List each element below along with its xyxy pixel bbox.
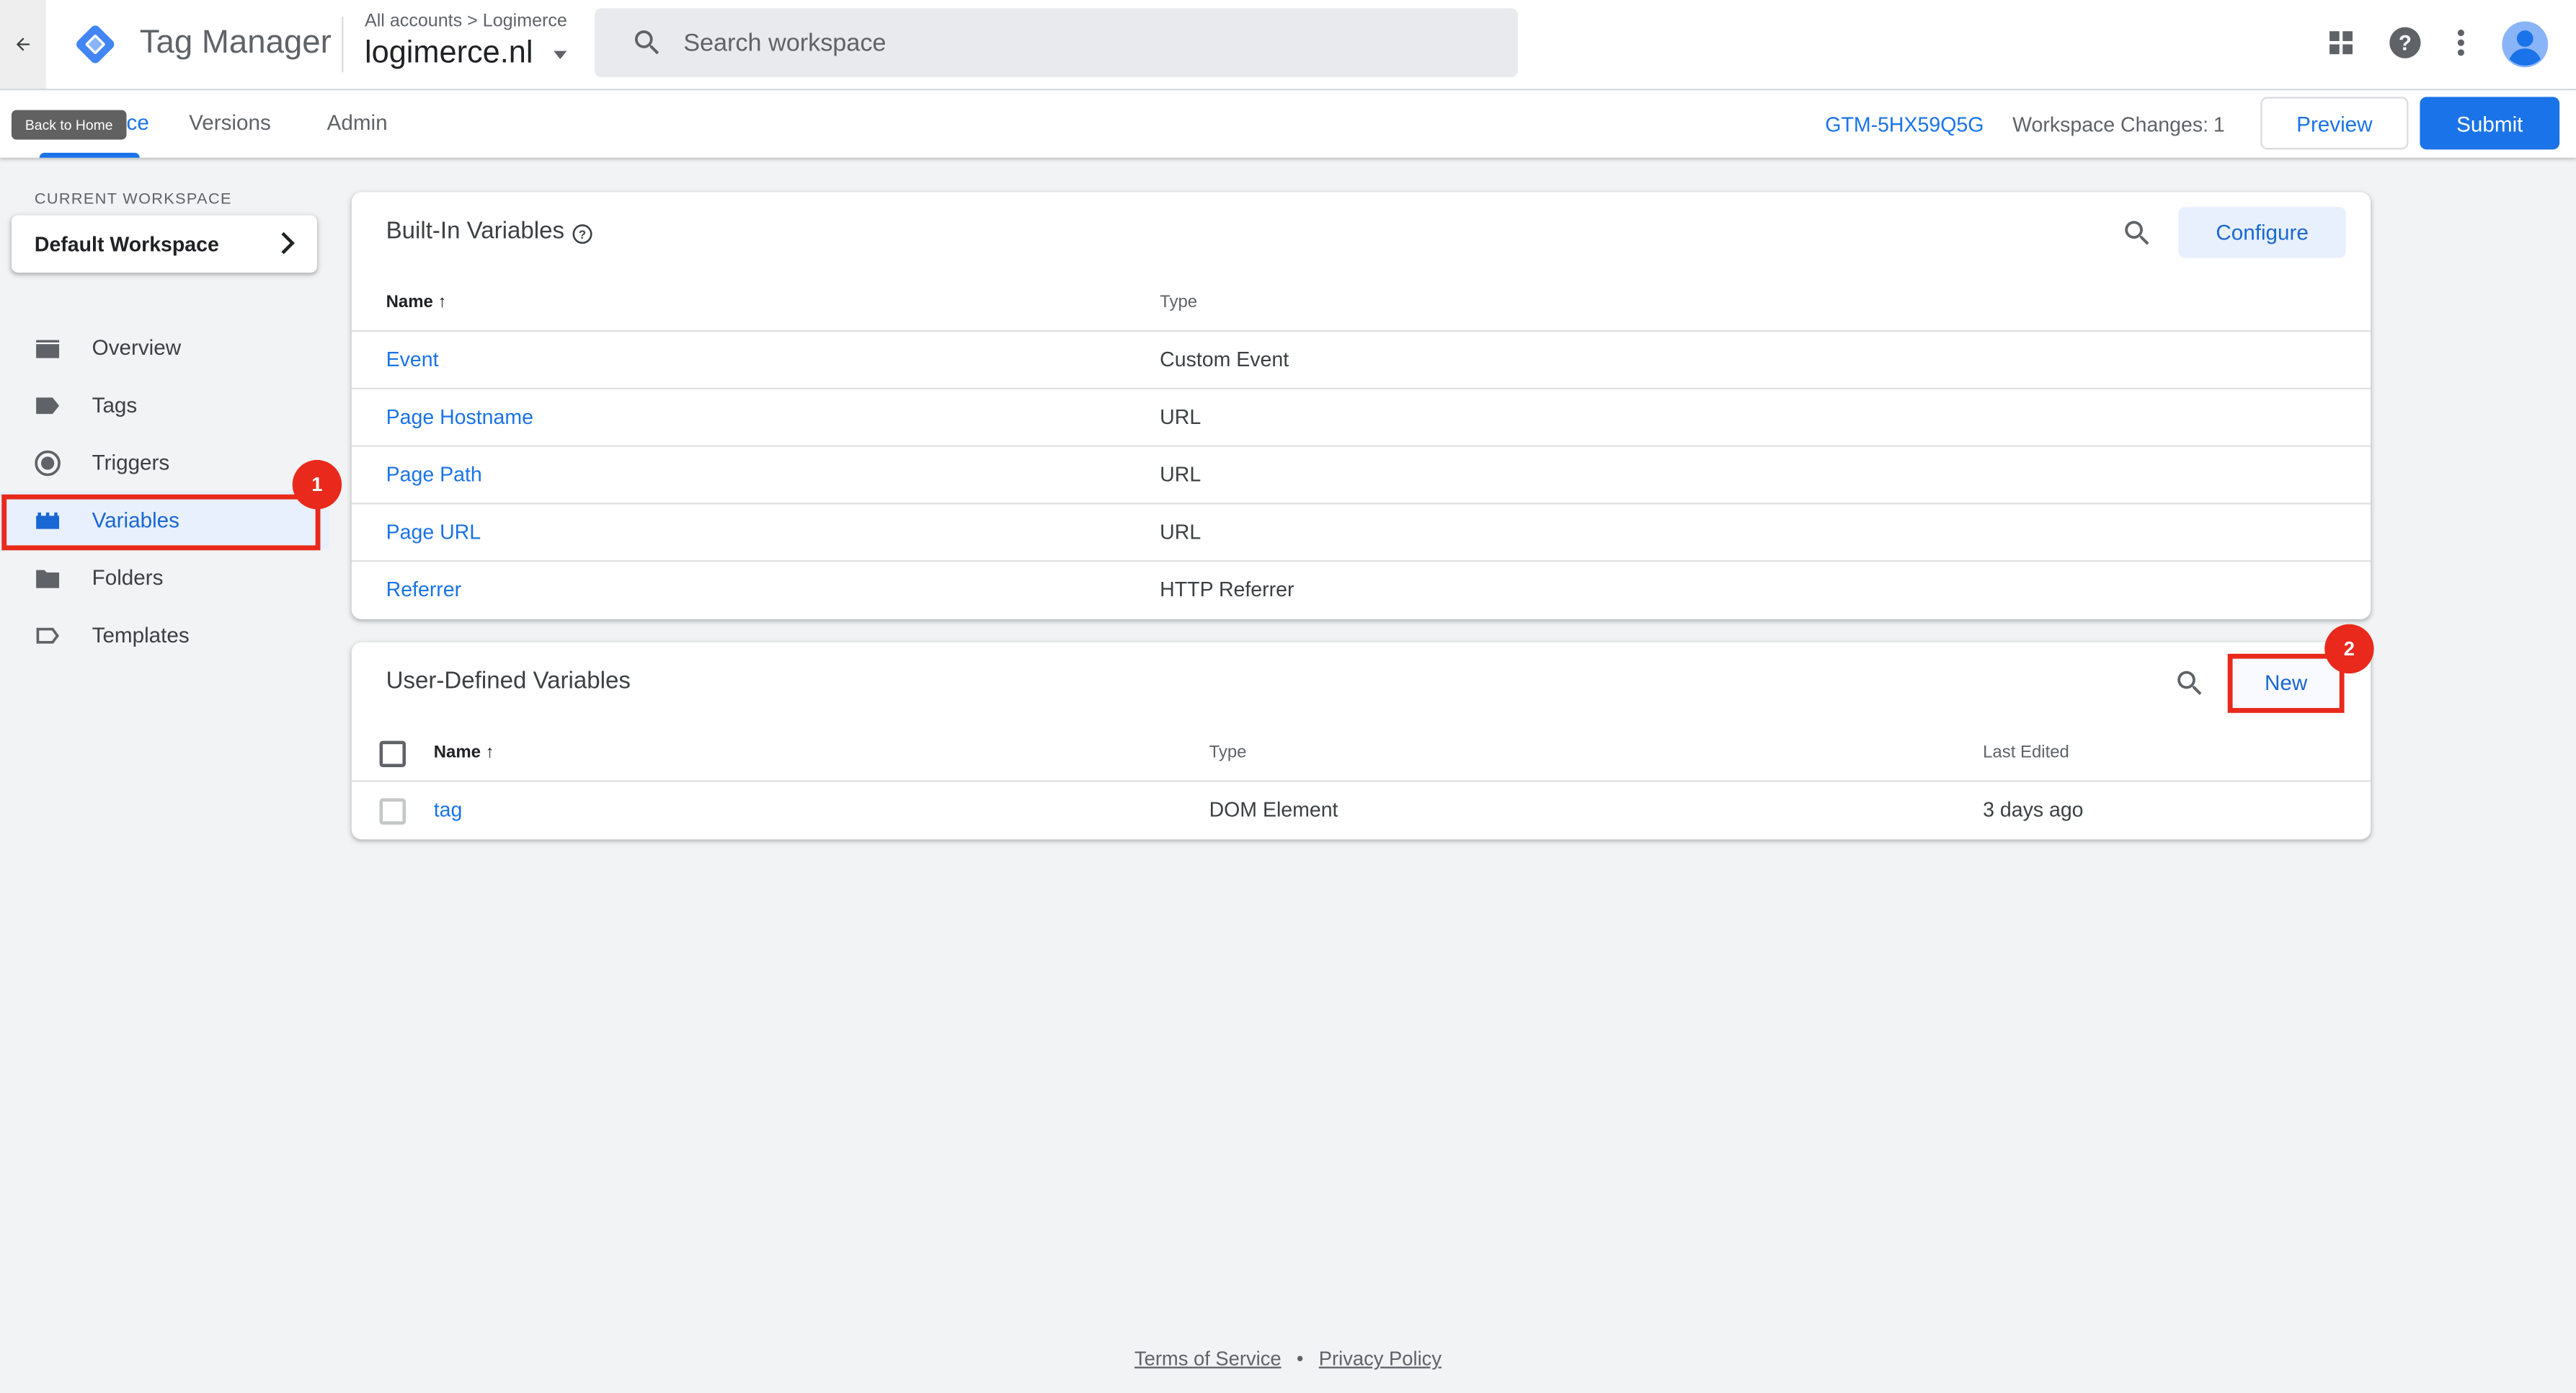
- workspace-changes: Workspace Changes: 1: [2012, 113, 2225, 136]
- app-name: Tag Manager: [139, 25, 332, 61]
- built-in-variables-card: Built-In Variables ? Configure Name ↑ Ty…: [351, 192, 2371, 619]
- column-header-name-label: Name: [386, 292, 433, 312]
- search-icon[interactable]: [2174, 667, 2207, 700]
- column-header-type: Type: [1160, 292, 1198, 312]
- search-icon: [634, 30, 659, 55]
- chevron-right-icon: >: [467, 11, 483, 32]
- workspace-selector[interactable]: Default Workspace: [11, 215, 317, 273]
- row-checkbox[interactable]: [379, 798, 406, 825]
- select-all-checkbox[interactable]: [379, 740, 406, 767]
- folder-icon: [36, 570, 60, 588]
- annotation-box-new: [2227, 653, 2345, 713]
- annotation-badge-2: 2: [2324, 624, 2374, 674]
- footer: Terms of Service • Privacy Policy: [0, 1347, 2576, 1370]
- breadcrumb-all-accounts[interactable]: All accounts: [365, 12, 462, 31]
- workspace-name: Default Workspace: [34, 233, 219, 257]
- help-outline-icon[interactable]: ?: [572, 224, 593, 245]
- configure-button[interactable]: Configure: [2178, 207, 2346, 258]
- variable-type: Custom Event: [1160, 348, 1289, 371]
- variable-name-link[interactable]: Referrer: [386, 578, 461, 601]
- column-header-type: Type: [1209, 742, 1247, 763]
- variable-name-link[interactable]: Page URL: [386, 521, 481, 544]
- variable-name-link[interactable]: tag: [434, 798, 463, 821]
- tag-manager-logo-icon: [76, 25, 115, 63]
- sidebar-item-folders[interactable]: Folders: [0, 549, 329, 606]
- sidebar-item-templates[interactable]: Templates: [0, 606, 329, 664]
- back-button[interactable]: [0, 0, 46, 89]
- help-icon[interactable]: ?: [2386, 23, 2425, 63]
- sidebar-item-label: Triggers: [92, 450, 170, 475]
- breadcrumb[interactable]: All accounts > Logimerce: [365, 12, 567, 31]
- container-selector[interactable]: logimerce.nl: [365, 36, 533, 72]
- variable-last-edited: 3 days ago: [1983, 798, 2084, 822]
- table-row: Page Hostname URL: [351, 387, 2371, 447]
- table-row: Page URL URL: [351, 503, 2371, 562]
- back-to-home-tooltip: Back to Home: [11, 110, 127, 140]
- table-row: tag DOM Element 3 days ago: [351, 780, 2371, 839]
- sidebar-item-label: Folders: [92, 565, 164, 590]
- terms-of-service-link[interactable]: Terms of Service: [1134, 1347, 1282, 1370]
- table-row: Referrer HTTP Referrer: [351, 560, 2371, 619]
- active-tab-indicator: [39, 152, 140, 158]
- search-bar[interactable]: [595, 8, 1519, 78]
- privacy-policy-link[interactable]: Privacy Policy: [1319, 1347, 1442, 1370]
- variable-name-link[interactable]: Page Hostname: [386, 406, 533, 429]
- search-icon[interactable]: [2121, 217, 2154, 250]
- variable-type: DOM Element: [1209, 798, 1338, 822]
- column-header-name-label: Name: [433, 742, 481, 763]
- overview-icon: [36, 340, 60, 358]
- tab-workspace[interactable]: ce: [127, 110, 149, 135]
- sidebar-item-label: Templates: [92, 622, 190, 647]
- preview-button[interactable]: Preview: [2260, 97, 2409, 150]
- footer-separator: •: [1296, 1347, 1304, 1371]
- submit-button[interactable]: Submit: [2420, 97, 2560, 150]
- variable-name-link[interactable]: Event: [386, 348, 439, 371]
- column-header-name[interactable]: Name ↑: [434, 743, 494, 762]
- svg-text:?: ?: [579, 228, 586, 242]
- annotation-box-variables: [1, 494, 321, 551]
- column-header-name[interactable]: Name ↑: [386, 293, 447, 312]
- card-title: Built-In Variables: [386, 218, 565, 245]
- breadcrumb-account[interactable]: Logimerce: [483, 12, 567, 31]
- tab-admin[interactable]: Admin: [327, 110, 388, 135]
- card-title: User-Defined Variables: [386, 668, 631, 695]
- sidebar-item-overview[interactable]: Overview: [0, 319, 329, 376]
- arrow-left-icon: [16, 37, 30, 51]
- apps-grid-icon[interactable]: [2322, 23, 2361, 63]
- sidebar-item-label: Overview: [92, 335, 182, 360]
- variable-type: URL: [1160, 405, 1202, 429]
- search-input[interactable]: [683, 8, 1473, 78]
- sidebar-item-tags[interactable]: Tags: [0, 376, 329, 434]
- table-row: Event Custom Event: [351, 330, 2371, 389]
- arrow-up-icon: ↑: [485, 742, 494, 763]
- workspace-changes-label: Workspace Changes:: [2012, 113, 2209, 137]
- tab-versions[interactable]: Versions: [189, 110, 271, 135]
- chevron-right-icon: [281, 231, 295, 255]
- column-header-last-edited: Last Edited: [1983, 742, 2069, 763]
- variable-name-link[interactable]: Page Path: [386, 463, 482, 486]
- workspace-changes-count: 1: [2213, 113, 2225, 137]
- variable-type: URL: [1160, 463, 1202, 487]
- caret-down-icon[interactable]: [554, 50, 567, 60]
- header-divider: [342, 16, 344, 73]
- container-id-link[interactable]: GTM-5HX59Q5G: [1825, 113, 1984, 136]
- arrow-up-icon: ↑: [438, 292, 447, 312]
- variable-type: URL: [1160, 521, 1202, 544]
- svg-text:?: ?: [2399, 31, 2412, 55]
- annotation-badge-1: 1: [292, 459, 342, 510]
- sidebar-item-triggers[interactable]: Triggers: [0, 433, 329, 491]
- tag-icon: [36, 397, 60, 415]
- more-vert-icon[interactable]: [2441, 23, 2481, 63]
- user-defined-variables-card: User-Defined Variables New Name ↑ Type L…: [351, 642, 2371, 840]
- trigger-icon: [35, 450, 61, 477]
- app-header: Tag Manager All accounts > Logimerce log…: [0, 0, 2576, 91]
- variable-type: HTTP Referrer: [1160, 578, 1294, 601]
- avatar[interactable]: [2500, 19, 2549, 68]
- current-workspace-label: CURRENT WORKSPACE: [34, 190, 232, 209]
- table-row: Page Path URL: [351, 445, 2371, 504]
- sub-navigation: ce Versions Admin GTM-5HX59Q5G Workspace…: [0, 90, 2576, 158]
- template-icon: [36, 627, 60, 644]
- sidebar-item-label: Tags: [92, 392, 138, 417]
